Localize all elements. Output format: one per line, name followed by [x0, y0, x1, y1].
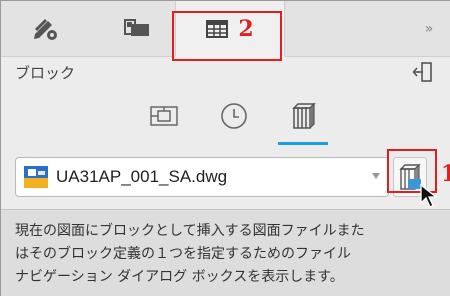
mouse-pointer-icon [420, 183, 438, 208]
tab-current-drawing[interactable] [144, 96, 184, 136]
tab-recent[interactable] [214, 96, 254, 136]
dwg-file-thumbnail-icon [24, 166, 48, 188]
tab-properties[interactable] [3, 1, 89, 57]
tab-libraries[interactable] [283, 96, 323, 136]
chevron-down-icon[interactable] [372, 173, 380, 179]
blocks-palette: 2 » ブロック UA31AP_001_SA.dwg 現在の図面にブロックとして… [0, 0, 450, 296]
tooltip-line-1: 現在の図面にブロックとして挿入する図面ファイルまた [15, 223, 365, 239]
tooltip-line-2: はそのブロック定義の１つを指定するためのファイル [15, 246, 351, 262]
tooltip: 現在の図面にブロックとして挿入する図面ファイルまた はそのブロック定義の１つを指… [1, 209, 450, 296]
dock-panel-icon[interactable] [413, 61, 433, 83]
active-subtab-indicator [278, 142, 328, 145]
selected-file-name: UA31AP_001_SA.dwg [56, 167, 228, 186]
tab-layers[interactable] [93, 1, 179, 57]
block-source-tabs [1, 96, 450, 146]
panel-title: ブロック [15, 64, 76, 82]
more-tabs-button[interactable]: » [409, 1, 449, 57]
annotation-number-1: 1 [441, 161, 450, 187]
library-file-dropdown[interactable]: UA31AP_001_SA.dwg [15, 157, 389, 197]
pencil-gear-icon [34, 18, 57, 40]
recent-clock-icon [221, 103, 247, 129]
library-books-icon [292, 102, 316, 129]
tab-highlight-box [172, 11, 282, 61]
layer-sheet-icon [124, 19, 149, 36]
tooltip-line-3: ナビゲーション ダイアログ ボックスを表示します。 [15, 269, 344, 285]
current-drawing-icon [150, 106, 178, 126]
